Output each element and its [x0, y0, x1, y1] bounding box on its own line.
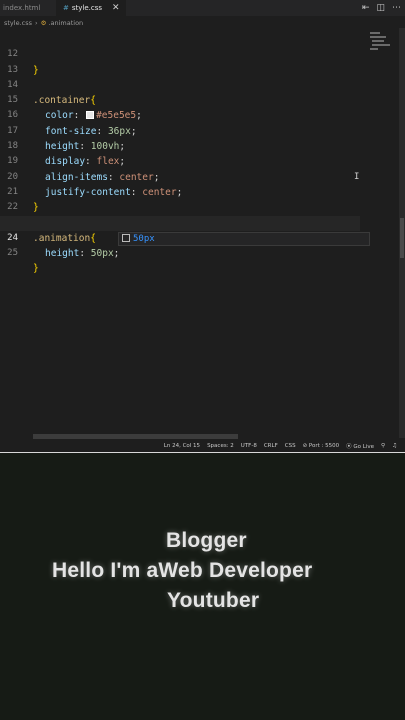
minimap[interactable] [368, 30, 398, 54]
code-line: 21 } [0, 170, 360, 213]
value-token: 50px [90, 248, 114, 260]
vertical-scrollbar[interactable] [399, 28, 405, 438]
property-token: height [45, 248, 80, 260]
indentation[interactable]: Spaces: 2 [207, 443, 234, 449]
cursor-position[interactable]: Ln 24, Col 15 [164, 443, 200, 449]
code-line: 15 color: #e5e5e5; [0, 78, 360, 121]
compare-icon[interactable]: ⇤ [362, 0, 370, 16]
code-line: 19 align-items: center; [0, 139, 360, 182]
code-line: 22 [0, 185, 360, 212]
tab-label: index.html [3, 4, 41, 12]
suggestion-text: 50px [133, 234, 155, 244]
breadcrumb: style.css › ⚙ .animation [0, 16, 405, 30]
brace-token: } [33, 263, 39, 275]
code-line: 20 justify-content: center; [0, 154, 360, 198]
code-line: 14 .container{ [0, 63, 360, 106]
code-line: 18 display: flex; [0, 124, 360, 167]
preview-line-blogger: Blogger [166, 529, 247, 552]
feedback-icon[interactable]: ⚲ [381, 443, 385, 449]
tab-label: style.css [71, 4, 103, 12]
tab-style-css[interactable]: # style.css ✕ [56, 0, 126, 16]
symbol-icon: ⚙ [40, 19, 47, 27]
horizontal-scrollbar[interactable] [33, 434, 238, 439]
code-line: 17 height: 100vh; [0, 108, 360, 152]
go-live-button[interactable]: ⦿ Go Live [346, 442, 374, 450]
port-status[interactable]: ⊘ Port : 5500 [303, 443, 340, 449]
preview-line-youtuber: Youtuber [167, 589, 260, 612]
breadcrumb-file[interactable]: style.css [4, 19, 32, 27]
code-line-active: 24 height: 50px; [0, 215, 360, 259]
browser-preview: Blogger Hello I'm aWeb Developer Youtube… [0, 452, 405, 720]
code-line: 16 font-size: 36px; [0, 93, 360, 136]
editor-actions: ⇤ ◫ ⋯ [362, 0, 401, 16]
css-file-icon: # [63, 4, 69, 12]
value-kind-icon [122, 234, 130, 242]
breadcrumb-symbol[interactable]: .animation [48, 19, 83, 27]
more-icon[interactable]: ⋯ [392, 0, 401, 16]
close-icon[interactable]: ✕ [112, 0, 120, 16]
code-line: 13 [0, 47, 360, 75]
code-lines[interactable]: 12 } 13 14 .container{ 15 color: #e5e5e5… [0, 32, 360, 274]
text-cursor-icon: I [354, 172, 360, 182]
code-line: 12 } [0, 32, 360, 75]
scrollbar-thumb[interactable] [400, 218, 404, 258]
preview-line-hello: Hello I'm aWeb Developer [52, 559, 313, 582]
code-editor: index.html # style.css ✕ ⇤ ◫ ⋯ style.css ›… [0, 0, 405, 452]
encoding[interactable]: UTF-8 [241, 443, 257, 449]
chevron-right-icon: › [35, 19, 38, 27]
bell-icon[interactable]: ♫ [392, 443, 397, 449]
line-number: 25 [7, 248, 18, 259]
tab-bar: index.html # style.css ✕ ⇤ ◫ ⋯ [0, 0, 405, 16]
split-editor-icon[interactable]: ◫ [376, 0, 385, 16]
code-line: 23 .animation{ [0, 200, 360, 244]
autocomplete-suggestion[interactable]: 50px [118, 232, 370, 246]
language-mode[interactable]: CSS [285, 443, 296, 449]
tab-index-html[interactable]: index.html [3, 0, 40, 16]
line-ending[interactable]: CRLF [264, 443, 278, 449]
status-bar: Ln 24, Col 15 Spaces: 2 UTF-8 CRLF CSS ⊘… [0, 440, 405, 452]
